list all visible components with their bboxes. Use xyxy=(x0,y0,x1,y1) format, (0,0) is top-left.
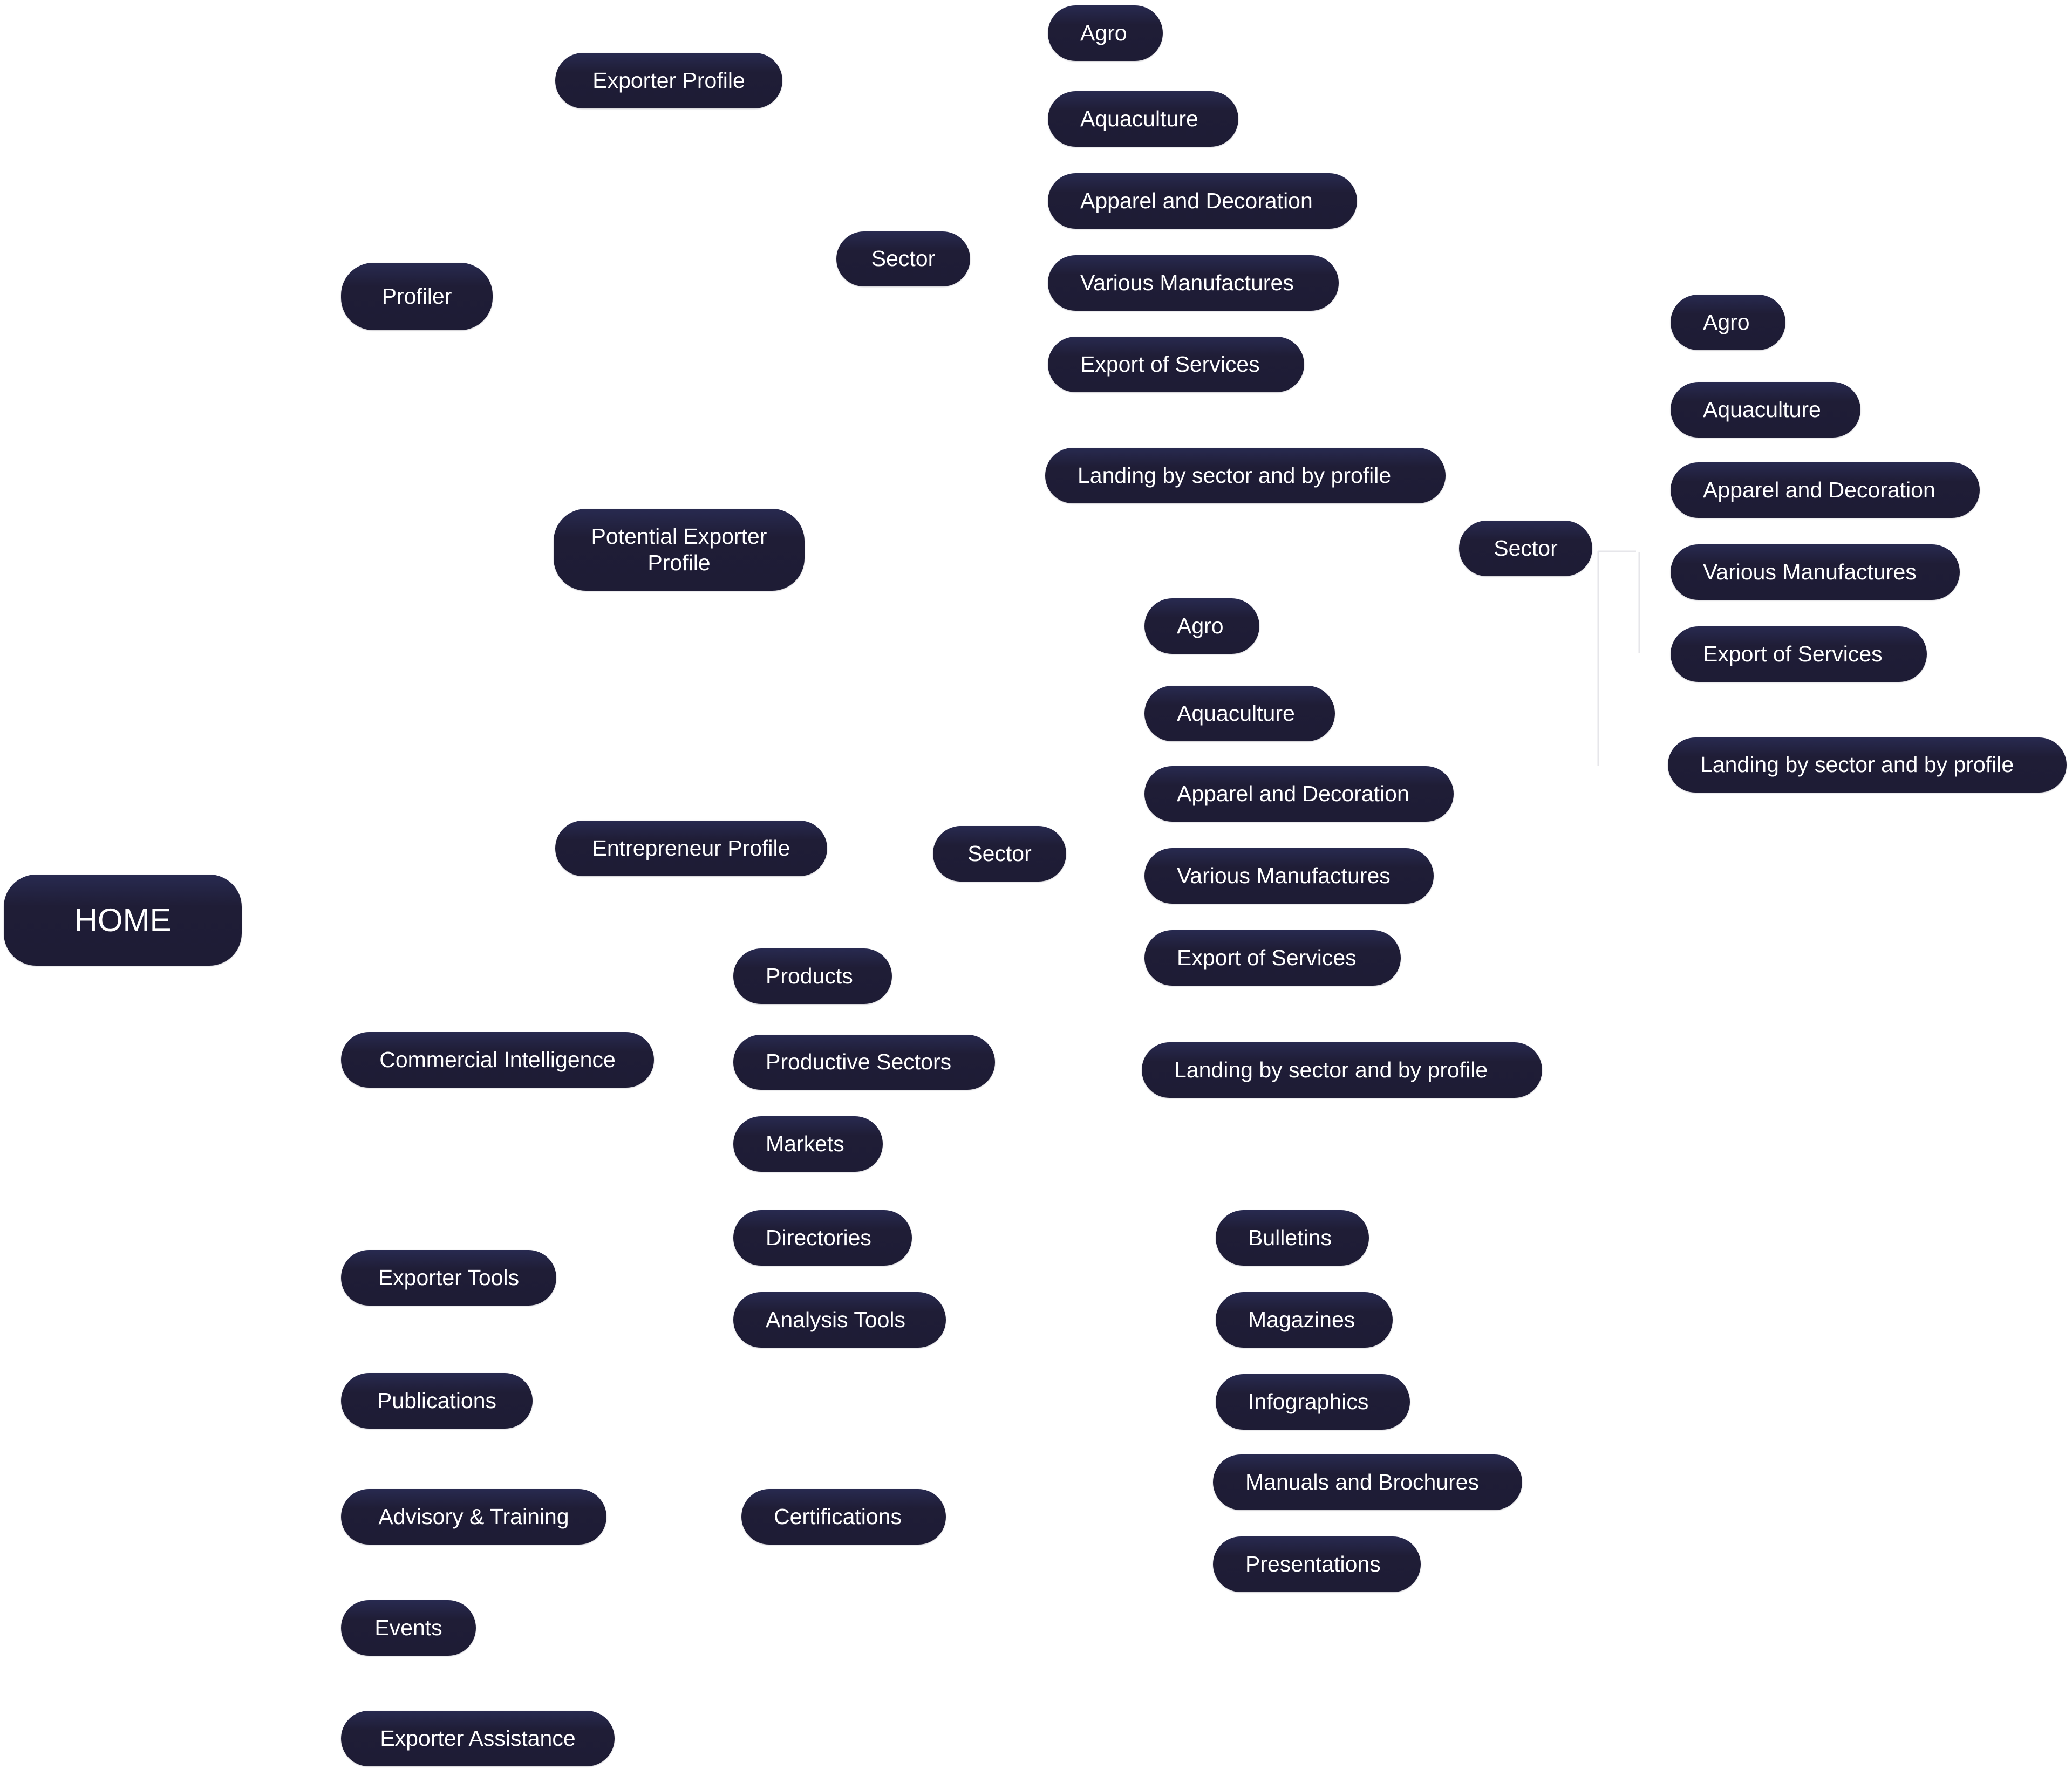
node-magazines[interactable]: Magazines xyxy=(1216,1292,1393,1348)
node-potential-exporter-profile[interactable]: Potential Exporter Profile xyxy=(554,509,805,591)
node-infographics[interactable]: Infographics xyxy=(1216,1374,1410,1430)
node-export-services-3[interactable]: Export of Services xyxy=(1144,930,1401,986)
node-presentations[interactable]: Presentations xyxy=(1213,1536,1421,1592)
node-landing-1[interactable]: Landing by sector and by profile xyxy=(1045,448,1446,503)
node-various-manufactures-3[interactable]: Various Manufactures xyxy=(1144,848,1434,904)
node-agro-3[interactable]: Agro xyxy=(1144,598,1259,654)
node-bulletins[interactable]: Bulletins xyxy=(1216,1210,1369,1266)
node-directories[interactable]: Directories xyxy=(733,1210,912,1266)
node-events[interactable]: Events xyxy=(341,1600,476,1656)
node-agro-1[interactable]: Agro xyxy=(1048,5,1163,61)
node-productive-sectors[interactable]: Productive Sectors xyxy=(733,1035,995,1090)
node-advisory-training[interactable]: Advisory & Training xyxy=(341,1489,606,1545)
node-profiler[interactable]: Profiler xyxy=(341,263,493,330)
node-aquaculture-1[interactable]: Aquaculture xyxy=(1048,91,1238,147)
node-entrepreneur-profile[interactable]: Entrepreneur Profile xyxy=(555,821,827,876)
node-exporter-tools[interactable]: Exporter Tools xyxy=(341,1250,556,1306)
node-export-services-2[interactable]: Export of Services xyxy=(1671,626,1927,682)
node-exporter-assistance[interactable]: Exporter Assistance xyxy=(341,1711,615,1766)
node-apparel-decoration-1[interactable]: Apparel and Decoration xyxy=(1048,173,1357,229)
node-analysis-tools[interactable]: Analysis Tools xyxy=(733,1292,946,1348)
node-apparel-decoration-3[interactable]: Apparel and Decoration xyxy=(1144,766,1454,822)
node-various-manufactures-2[interactable]: Various Manufactures xyxy=(1671,544,1960,600)
node-export-services-1[interactable]: Export of Services xyxy=(1048,337,1304,392)
node-landing-3[interactable]: Landing by sector and by profile xyxy=(1142,1042,1542,1098)
node-commercial-intelligence[interactable]: Commercial Intelligence xyxy=(341,1032,654,1088)
node-exporter-profile[interactable]: Exporter Profile xyxy=(555,53,782,108)
node-sector-potential[interactable]: Sector xyxy=(1459,521,1592,576)
node-aquaculture-2[interactable]: Aquaculture xyxy=(1671,382,1860,438)
connector-lines xyxy=(1597,550,1640,766)
node-apparel-decoration-2[interactable]: Apparel and Decoration xyxy=(1671,462,1980,518)
node-markets[interactable]: Markets xyxy=(733,1116,883,1172)
node-certifications[interactable]: Certifications xyxy=(741,1489,946,1545)
node-sector-entrepreneur[interactable]: Sector xyxy=(933,826,1066,882)
node-publications[interactable]: Publications xyxy=(341,1373,533,1429)
sitemap-canvas: HOME Profiler Commercial Intelligence Ex… xyxy=(0,0,2072,1769)
node-agro-2[interactable]: Agro xyxy=(1671,295,1785,350)
node-manuals-brochures[interactable]: Manuals and Brochures xyxy=(1213,1454,1522,1510)
node-aquaculture-3[interactable]: Aquaculture xyxy=(1144,686,1335,741)
node-home[interactable]: HOME xyxy=(4,875,242,966)
node-products[interactable]: Products xyxy=(733,948,892,1004)
node-sector-exporter[interactable]: Sector xyxy=(836,231,970,286)
node-landing-2[interactable]: Landing by sector and by profile xyxy=(1668,737,2067,793)
node-various-manufactures-1[interactable]: Various Manufactures xyxy=(1048,255,1339,311)
